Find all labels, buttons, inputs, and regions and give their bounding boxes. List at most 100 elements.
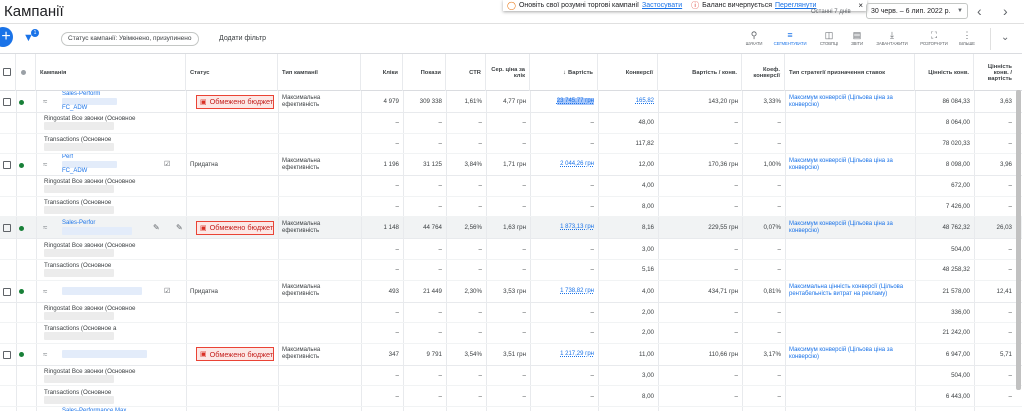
campaign-name-cell[interactable]: Sales-Perfor bbox=[58, 217, 166, 238]
download-button[interactable]: ⤓ ЗАВАНТАЖИТИ bbox=[875, 30, 909, 46]
col-campaign[interactable]: Кампанія bbox=[36, 54, 186, 91]
col-conversions[interactable]: Конверсії bbox=[598, 54, 658, 91]
campaign-name-link[interactable]: Sales-Perfor bbox=[62, 220, 95, 227]
bid-strategy-link[interactable]: Максимум конверсій (Цільова ціна за конв… bbox=[789, 347, 911, 361]
row-checkbox[interactable] bbox=[3, 224, 11, 233]
col-conv-rate[interactable]: Коеф. конверсії bbox=[742, 54, 785, 91]
col-conv-value[interactable]: Цінність конв. bbox=[915, 54, 974, 91]
campaign-row[interactable]: ≈ ▣Обмежено бюджетом Максимальна ефективні… bbox=[0, 343, 1022, 366]
conversions-value[interactable]: 8,16 bbox=[642, 224, 654, 231]
close-icon[interactable]: × bbox=[858, 1, 863, 10]
segment-button[interactable]: ≡ СЕГМЕНТУВАТИ bbox=[773, 30, 807, 46]
conversions-value[interactable]: 11,00 bbox=[639, 351, 654, 358]
cost-value[interactable]: 23 745,77 грн bbox=[556, 98, 594, 105]
conversion-action-row[interactable]: Transactions (Основное – – – – – 8,00 – – 6 443,0… bbox=[0, 386, 1022, 407]
chevron-right-icon[interactable]: › bbox=[1003, 3, 1008, 19]
col-cost[interactable]: ↓ Вартість bbox=[530, 54, 598, 91]
conversions-cell[interactable]: 12,00 bbox=[598, 154, 658, 175]
campaign-row[interactable]: ≈ Perf FC_ADW ☑ Придатна Максимальна ефективн… bbox=[0, 154, 1022, 177]
col-value-per-cost[interactable]: Цінність конв. / вартість bbox=[974, 54, 1016, 91]
conversions-cell: 3,00 bbox=[641, 245, 654, 253]
col-clicks[interactable]: Кліки bbox=[361, 54, 403, 91]
status-filter-chip[interactable]: Статус кампанії: Увімкнено, призупинено bbox=[61, 32, 199, 46]
cost-cell[interactable]: 1 873,13 грн bbox=[530, 217, 598, 238]
col-type[interactable]: Тип кампанії bbox=[278, 54, 361, 91]
bid-strategy-cell[interactable]: Максимальна цінність конверсії (Цільова … bbox=[785, 281, 915, 302]
conversion-action-row[interactable]: Transactions (Основное – – – – – 117,82 – – 78 02… bbox=[0, 133, 1022, 155]
reports-button[interactable]: ▤ ЗВІТИ bbox=[840, 30, 874, 46]
col-cost-per-conv[interactable]: Вартість / конв. bbox=[658, 54, 742, 91]
bid-strategy-link[interactable]: Максимум конверсій (Цільова ціна за конв… bbox=[789, 221, 911, 235]
bid-strategy-link[interactable]: Максимум конверсій (Цільова ціна за конв… bbox=[789, 158, 911, 172]
conversion-action-row[interactable]: Transactions (Основное – – – – – 5,16 – – 48 258,… bbox=[0, 260, 1022, 281]
conversion-action-row[interactable]: Ringostat Все звонки (Основное – – – – – 3,00 –… bbox=[0, 239, 1022, 260]
campaign-name-link[interactable]: Sales-Perform bbox=[62, 91, 100, 98]
search-button[interactable]: ⚲ ШУКАТИ bbox=[737, 30, 771, 46]
row-checkbox[interactable] bbox=[3, 350, 11, 359]
add-campaign-button[interactable]: + bbox=[0, 27, 13, 47]
budget-limited-badge[interactable]: ▣Обмежено бюджетом bbox=[196, 94, 274, 109]
campaign-row-partial[interactable]: Sales-Performance Max bbox=[0, 407, 1022, 411]
conversion-action-row[interactable]: Ringostat Все звонки (Основное – – – – – 2,00 –… bbox=[0, 302, 1022, 324]
conversion-action-row[interactable]: Ringostat Все звонки (Основное – – – – – 4,00 –… bbox=[0, 176, 1022, 197]
row-checkbox[interactable] bbox=[3, 161, 11, 170]
edit-pencil-icon[interactable]: ✎ bbox=[176, 223, 183, 232]
col-bid-strategy[interactable]: Тип стратегії призначення ставок bbox=[785, 54, 915, 91]
conversions-value[interactable]: 12,00 bbox=[639, 161, 654, 168]
conversion-action-row[interactable]: Ringostat Все звонки (Основное – – – – – 3,00 –… bbox=[0, 365, 1022, 387]
campaign-row[interactable]: ≈ Sales-Perform FC_ADW ▣Обмежено бюджетом Ма… bbox=[0, 91, 1022, 113]
campaign-row[interactable]: ≈ Sales-Perfor ✎ ✎ ▣Обмежено бюджетом Максима… bbox=[0, 217, 1022, 240]
conversions-cell[interactable]: 4,00 bbox=[598, 281, 658, 302]
conversion-action-row[interactable]: Transactions (Основное а – – – – – 2,00 – – 21 24… bbox=[0, 323, 1022, 344]
bid-strategy-cell[interactable]: Максимум конверсій (Цільова ціна за конв… bbox=[785, 217, 915, 238]
campaign-name-cell[interactable] bbox=[58, 344, 166, 365]
conversions-cell[interactable]: 165,82 bbox=[598, 91, 658, 112]
campaign-name-link[interactable]: Perf bbox=[62, 154, 73, 161]
campaign-name-cell[interactable]: Perf FC_ADW bbox=[58, 154, 166, 175]
col-impressions[interactable]: Покази bbox=[403, 54, 446, 91]
row-checkbox[interactable] bbox=[3, 98, 11, 106]
cost-value[interactable]: 2 044,26 грн bbox=[560, 161, 594, 168]
date-range-picker[interactable]: 30 черв. – 6 лип. 2022 р. ▼ bbox=[866, 3, 968, 19]
col-status[interactable]: Статус bbox=[186, 54, 278, 91]
cost-cell[interactable]: 2 044,26 грн bbox=[530, 154, 598, 175]
campaign-name-suffix[interactable]: FC_ADW bbox=[62, 105, 87, 112]
apply-link[interactable]: Застосувати bbox=[642, 2, 682, 9]
more-button[interactable]: ⋮ БІЛЬШЕ bbox=[950, 30, 984, 46]
edit-pencil-icon[interactable]: ✎ bbox=[153, 223, 160, 232]
conversions-cell[interactable]: 11,00 bbox=[598, 344, 658, 365]
select-all-checkbox[interactable] bbox=[3, 68, 11, 76]
campaign-name-cell[interactable] bbox=[58, 281, 166, 302]
bid-strategy-cell[interactable]: Максимум конверсій (Цільова ціна за конв… bbox=[785, 91, 915, 112]
conversions-value[interactable]: 165,82 bbox=[636, 98, 654, 105]
vertical-scrollbar[interactable] bbox=[1016, 90, 1021, 390]
cost-cell[interactable]: 23 745,77 грн bbox=[530, 91, 598, 112]
review-link[interactable]: Переглянути bbox=[775, 2, 816, 9]
expand-button[interactable]: ⛶ РОЗГОРНУТИ bbox=[917, 30, 951, 46]
conversion-action-row[interactable]: Transactions (Основное – – – – – 8,00 – – 7 426,0… bbox=[0, 196, 1022, 218]
campaign-name-cell[interactable]: Sales-Perform FC_ADW bbox=[58, 91, 166, 112]
conversion-action-row[interactable]: Ringostat Все звонки (Основное – – – – – 48,00… bbox=[0, 113, 1022, 134]
cost-cell[interactable]: 1 217,29 грн bbox=[530, 344, 598, 365]
cost-value[interactable]: 1 738,82 грн bbox=[560, 288, 594, 295]
add-filter-button[interactable]: Додати фільтр bbox=[219, 35, 266, 42]
bid-strategy-cell[interactable]: Максимум конверсій (Цільова ціна за конв… bbox=[785, 344, 915, 365]
conversions-value[interactable]: 4,00 bbox=[642, 288, 654, 295]
cost-value[interactable]: 1 217,29 грн bbox=[560, 351, 594, 358]
chevron-left-icon[interactable]: ‹ bbox=[977, 3, 982, 19]
campaign-row[interactable]: ≈ ☑ Придатна Максимальна ефективність 493 21 … bbox=[0, 280, 1022, 303]
campaign-name-cell[interactable]: Sales-Performance Max bbox=[58, 407, 166, 411]
budget-limited-badge[interactable]: ▣Обмежено бюджетом bbox=[196, 220, 274, 235]
bid-strategy-link[interactable]: Максимум конверсій (Цільова ціна за конв… bbox=[789, 95, 911, 109]
cost-cell[interactable]: 1 738,82 грн bbox=[530, 281, 598, 302]
conversions-cell[interactable]: 8,16 bbox=[598, 217, 658, 238]
bid-strategy-link[interactable]: Максимальна цінність конверсії (Цільова … bbox=[789, 284, 911, 298]
col-avg-cpc[interactable]: Сер. ціна за клік bbox=[486, 54, 530, 91]
campaign-name-suffix[interactable]: FC_ADW bbox=[62, 168, 87, 175]
bid-strategy-cell[interactable]: Максимум конверсій (Цільова ціна за конв… bbox=[785, 154, 915, 175]
budget-limited-badge[interactable]: ▣Обмежено бюджетом bbox=[196, 347, 274, 362]
col-ctr[interactable]: CTR bbox=[446, 54, 486, 91]
chevron-down-icon[interactable]: ⌄ bbox=[1001, 32, 1009, 43]
row-checkbox[interactable] bbox=[3, 287, 11, 296]
cost-value[interactable]: 1 873,13 грн bbox=[560, 224, 594, 231]
